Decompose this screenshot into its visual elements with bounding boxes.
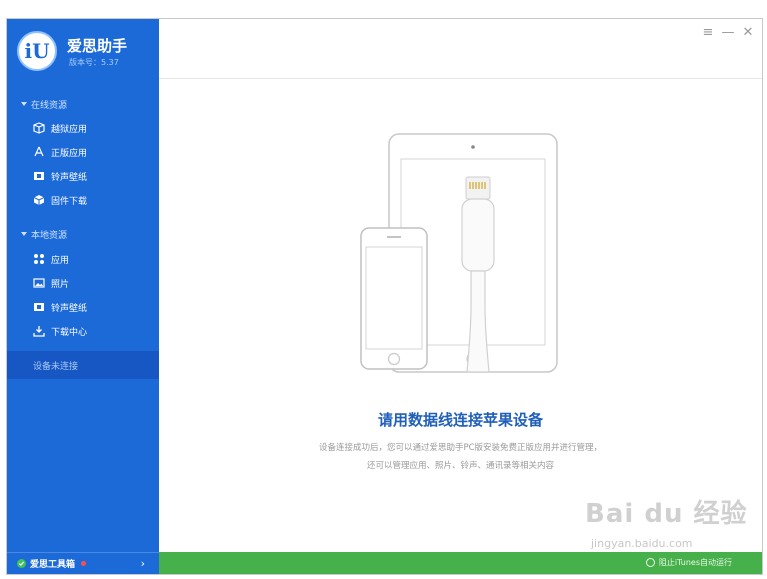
app-version: 版本号：5.37 bbox=[69, 58, 119, 67]
sidebar-item-firmware-download[interactable]: 固件下载 bbox=[33, 190, 151, 210]
sidebar-item-label: 固件下载 bbox=[51, 196, 88, 207]
section-label: 在线资源 bbox=[31, 100, 68, 111]
sidebar: iU 爱思助手 版本号：5.37 在线资源 越狱应用 正版应用 铃声壁纸 固件下… bbox=[7, 19, 159, 574]
notification-dot bbox=[81, 561, 87, 566]
close-icon[interactable]: ✕ bbox=[740, 25, 756, 40]
film-icon bbox=[34, 303, 44, 311]
download-icon bbox=[33, 326, 45, 337]
appstore-icon bbox=[34, 146, 44, 157]
sidebar-item-photos[interactable]: 照片 bbox=[33, 273, 151, 293]
sidebar-item-label: 铃声壁纸 bbox=[51, 303, 88, 314]
cube-icon bbox=[33, 195, 45, 205]
section-local-resources[interactable]: 本地资源 bbox=[21, 227, 67, 241]
check-icon bbox=[17, 559, 26, 568]
watermark-logo-text: Bai du 经验 bbox=[585, 499, 748, 529]
watermark-url: jingyan.baidu.com bbox=[591, 537, 693, 550]
chevron-right-icon: › bbox=[140, 557, 145, 570]
sidebar-item-label: 照片 bbox=[51, 279, 70, 290]
sidebar-item-label: 下载中心 bbox=[51, 327, 88, 338]
connect-headline: 请用数据线连接苹果设备 bbox=[377, 411, 543, 429]
sidebar-item-apps[interactable]: 应用 bbox=[33, 249, 151, 269]
section-online-resources[interactable]: 在线资源 bbox=[21, 97, 67, 111]
apps-grid-icon bbox=[34, 254, 44, 264]
caret-down-icon bbox=[21, 232, 27, 236]
logo-icon: iU bbox=[17, 31, 57, 71]
sidebar-item-label: 越狱应用 bbox=[51, 124, 88, 135]
app-window: iU 爱思助手 版本号：5.37 在线资源 越狱应用 正版应用 铃声壁纸 固件下… bbox=[6, 18, 763, 575]
sidebar-item-genuine-apps[interactable]: 正版应用 bbox=[33, 142, 151, 162]
app-logo: iU 爱思助手 版本号：5.37 bbox=[17, 31, 157, 75]
box-icon bbox=[33, 122, 45, 134]
iphone-outline bbox=[360, 227, 428, 370]
app-title: 爱思助手 bbox=[67, 37, 128, 55]
connect-description-line-2: 还可以管理应用、照片、铃声、通讯录等相关内容 bbox=[366, 461, 554, 471]
toolbox-button[interactable]: 爱思工具箱 › bbox=[7, 552, 159, 574]
main-content: ≡ — ✕ 请用数据线连接苹果设备 设备连接成功后，您可以通过爱思助手PC版安装… bbox=[159, 19, 762, 574]
film-icon bbox=[34, 172, 44, 180]
logo-mark: iU bbox=[24, 39, 50, 63]
sidebar-item-jailbreak-apps[interactable]: 越狱应用 bbox=[33, 118, 151, 138]
title-bar: ≡ — ✕ bbox=[159, 19, 762, 79]
toolbox-label: 爱思工具箱 bbox=[30, 560, 76, 570]
sidebar-item-ringtones-wallpapers[interactable]: 铃声壁纸 bbox=[33, 166, 151, 186]
sidebar-item-download-center[interactable]: 下载中心 bbox=[33, 321, 151, 341]
caret-down-icon bbox=[21, 102, 27, 106]
connect-device-illustration bbox=[360, 133, 558, 373]
section-label: 本地资源 bbox=[31, 230, 68, 241]
sidebar-item-label: 正版应用 bbox=[51, 148, 88, 159]
device-status: 设备未连接 bbox=[7, 351, 159, 379]
baidu-jingyan-watermark: Bai du 经验 jingyan.baidu.com bbox=[585, 493, 760, 563]
sidebar-item-label: 铃声壁纸 bbox=[51, 172, 88, 183]
minimize-icon[interactable]: — bbox=[720, 25, 736, 40]
photo-icon bbox=[33, 278, 45, 288]
ipad-camera bbox=[471, 145, 475, 149]
menu-icon[interactable]: ≡ bbox=[700, 25, 716, 40]
sidebar-item-local-ringtones-wallpapers[interactable]: 铃声壁纸 bbox=[33, 297, 151, 317]
connect-description-line-1: 设备连接成功后，您可以通过爱思助手PC版安装免费正版应用并进行管理， bbox=[318, 443, 603, 453]
cable-head bbox=[461, 198, 495, 272]
sidebar-item-label: 应用 bbox=[51, 255, 70, 266]
